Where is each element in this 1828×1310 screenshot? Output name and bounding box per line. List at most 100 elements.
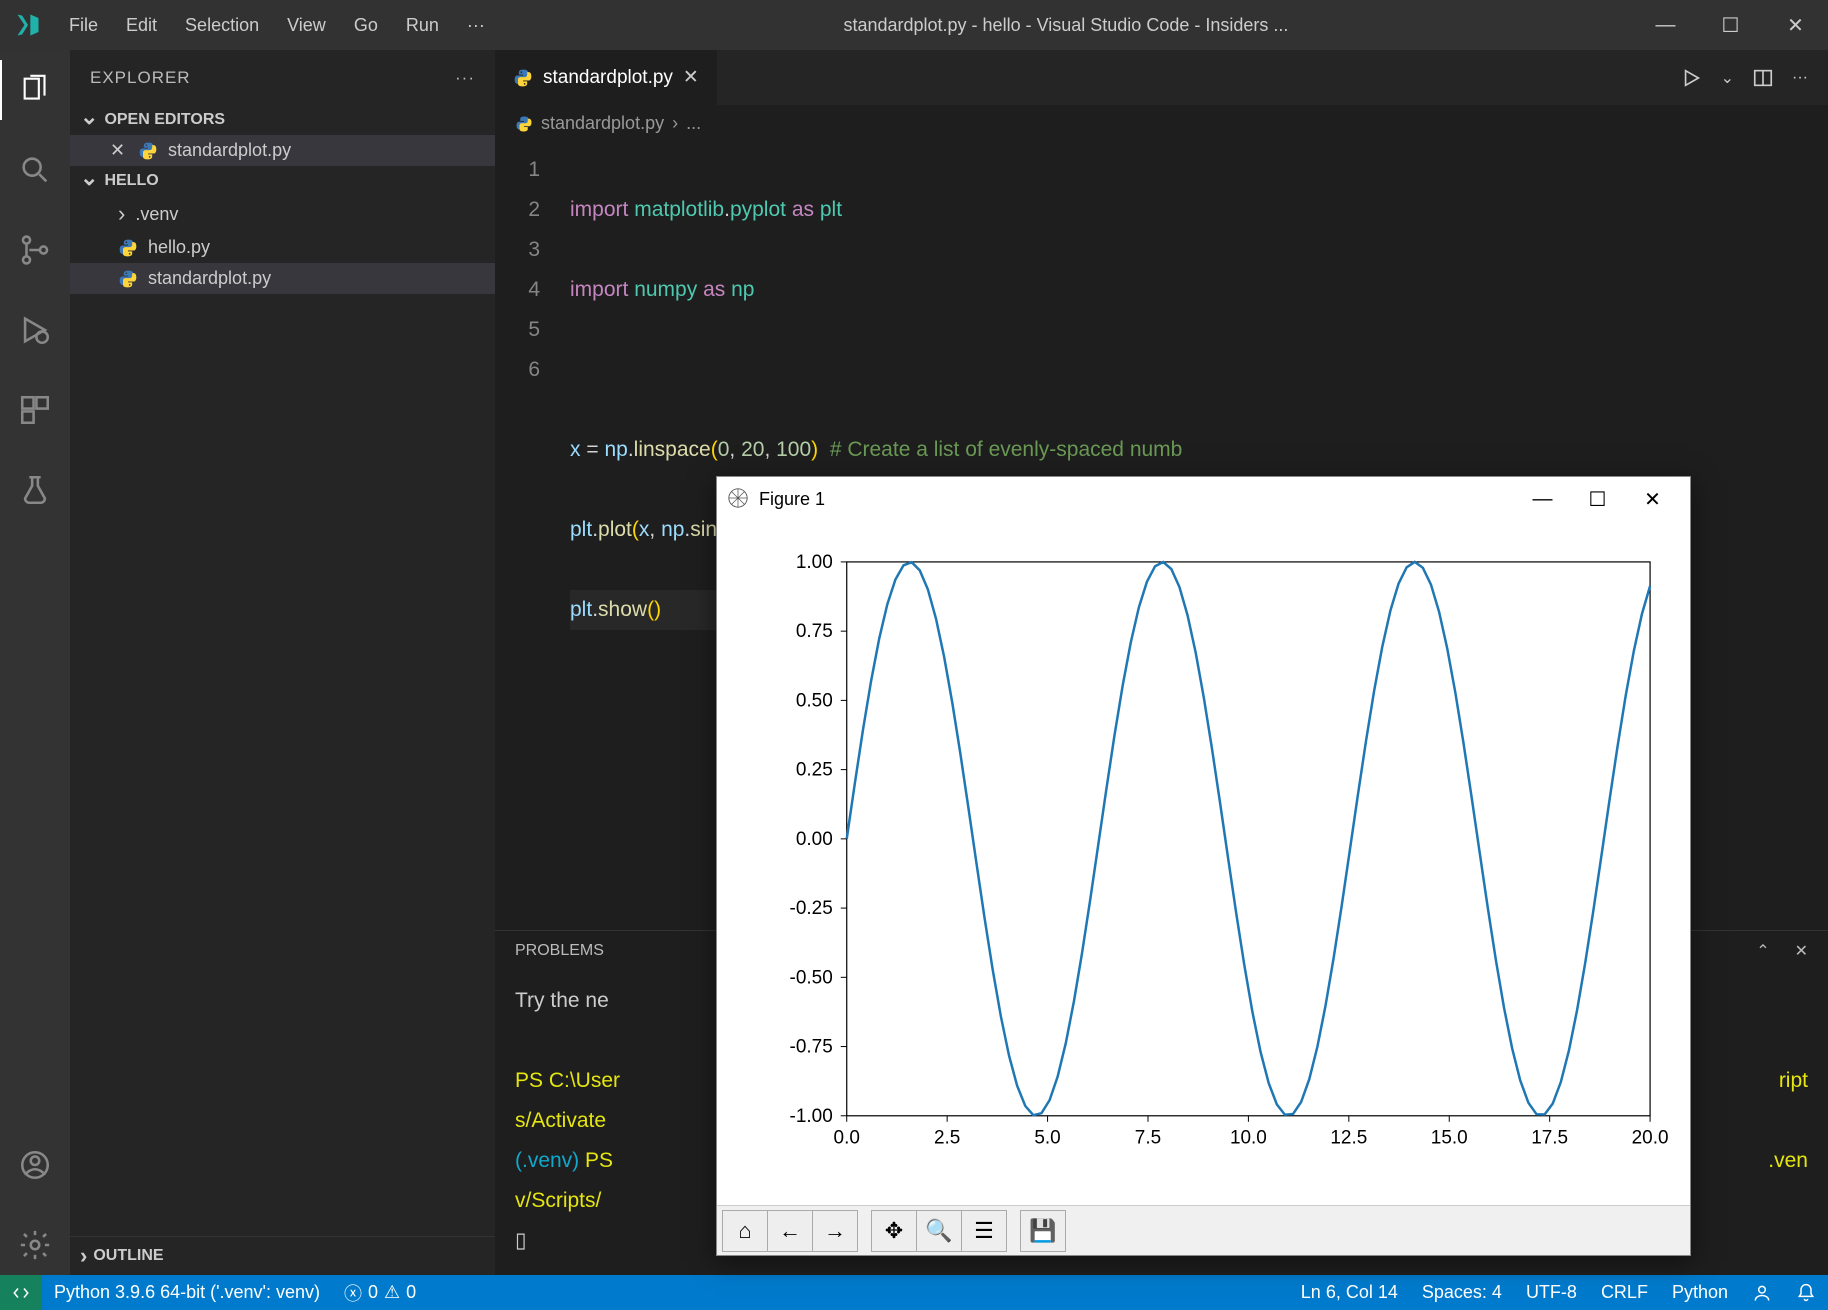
window-close-button[interactable]: ✕ bbox=[1763, 0, 1828, 50]
open-editors-section[interactable]: OPEN EDITORS bbox=[70, 105, 495, 135]
status-notifications-icon[interactable] bbox=[1784, 1283, 1828, 1303]
svg-text:1.00: 1.00 bbox=[796, 552, 833, 573]
chevron-right-icon bbox=[80, 1243, 87, 1269]
testing-icon[interactable] bbox=[0, 460, 70, 520]
status-feedback-icon[interactable] bbox=[1740, 1283, 1784, 1303]
svg-text:20.0: 20.0 bbox=[1632, 1127, 1669, 1148]
search-icon[interactable] bbox=[0, 140, 70, 200]
pan-icon[interactable]: ✥ bbox=[871, 1210, 917, 1252]
open-editor-label: standardplot.py bbox=[168, 140, 291, 161]
figure-titlebar[interactable]: Figure 1 ― ☐ ✕ bbox=[717, 477, 1690, 522]
chevron-down-icon[interactable]: ⌄ bbox=[1721, 68, 1734, 88]
open-editors-label: OPEN EDITORS bbox=[104, 111, 225, 129]
tree-item-file[interactable]: hello.py bbox=[70, 232, 495, 263]
back-icon[interactable]: ← bbox=[767, 1210, 813, 1252]
forward-icon[interactable]: → bbox=[812, 1210, 858, 1252]
configure-icon[interactable]: ☰ bbox=[961, 1210, 1007, 1252]
split-editor-icon[interactable] bbox=[1752, 67, 1774, 89]
menu-go[interactable]: Go bbox=[340, 7, 392, 44]
menu-view[interactable]: View bbox=[273, 7, 340, 44]
menu-bar: File Edit Selection View Go Run ··· bbox=[55, 7, 499, 44]
close-icon[interactable]: ✕ bbox=[683, 66, 699, 89]
run-button[interactable] bbox=[1681, 67, 1703, 89]
explorer-icon[interactable] bbox=[0, 60, 70, 120]
extensions-icon[interactable] bbox=[0, 380, 70, 440]
title-bar: File Edit Selection View Go Run ··· stan… bbox=[0, 0, 1828, 50]
chevron-down-icon bbox=[80, 172, 98, 190]
matplotlib-toolbar: ⌂ ← → ✥ 🔍 ☰ 💾 bbox=[717, 1205, 1690, 1255]
editor-tabs: standardplot.py ✕ ⌄ ··· bbox=[495, 50, 1828, 105]
chevron-down-icon bbox=[80, 111, 98, 129]
python-file-icon bbox=[118, 238, 138, 258]
tree-item-folder[interactable]: .venv bbox=[70, 196, 495, 232]
settings-gear-icon[interactable] bbox=[0, 1215, 70, 1275]
matplotlib-figure-window[interactable]: Figure 1 ― ☐ ✕ 0.02.55.07.510.012.515.01… bbox=[716, 476, 1691, 1256]
figure-close-button[interactable]: ✕ bbox=[1625, 487, 1680, 512]
explorer-more-icon[interactable]: ··· bbox=[455, 68, 475, 88]
figure-maximize-button[interactable]: ☐ bbox=[1570, 487, 1625, 512]
vscode-logo-icon bbox=[0, 11, 55, 39]
svg-text:10.0: 10.0 bbox=[1230, 1127, 1267, 1148]
accounts-icon[interactable] bbox=[0, 1135, 70, 1195]
svg-text:17.5: 17.5 bbox=[1531, 1127, 1568, 1148]
plot-canvas[interactable]: 0.02.55.07.510.012.515.017.520.0-1.00-0.… bbox=[717, 522, 1690, 1206]
remote-indicator[interactable] bbox=[0, 1275, 42, 1310]
status-encoding[interactable]: UTF-8 bbox=[1514, 1282, 1589, 1303]
close-icon[interactable]: ✕ bbox=[110, 140, 128, 161]
open-editor-item[interactable]: ✕ standardplot.py bbox=[70, 135, 495, 166]
status-indentation[interactable]: Spaces: 4 bbox=[1410, 1282, 1514, 1303]
svg-text:0.75: 0.75 bbox=[796, 621, 833, 642]
explorer-sidebar: EXPLORER ··· OPEN EDITORS ✕ standardplot… bbox=[70, 50, 495, 1275]
svg-text:15.0: 15.0 bbox=[1431, 1127, 1468, 1148]
menu-edit[interactable]: Edit bbox=[112, 7, 171, 44]
window-minimize-button[interactable]: ― bbox=[1633, 0, 1698, 50]
explorer-title: EXPLORER bbox=[90, 68, 191, 88]
status-python-interpreter[interactable]: Python 3.9.6 64-bit ('.venv': venv) bbox=[42, 1282, 332, 1303]
svg-text:0.00: 0.00 bbox=[796, 829, 833, 850]
figure-title: Figure 1 bbox=[759, 489, 825, 510]
folder-section[interactable]: HELLO bbox=[70, 166, 495, 196]
svg-text:0.0: 0.0 bbox=[834, 1127, 860, 1148]
tab-label: standardplot.py bbox=[543, 67, 673, 89]
python-file-icon bbox=[515, 115, 533, 133]
python-file-icon bbox=[118, 269, 138, 289]
tree-item-label: hello.py bbox=[148, 237, 210, 258]
more-actions-icon[interactable]: ··· bbox=[1792, 69, 1808, 87]
panel-maximize-icon[interactable]: ⌃ bbox=[1756, 941, 1769, 961]
status-problems[interactable]: ⓧ0⚠0 bbox=[332, 1280, 428, 1306]
activity-bar bbox=[0, 50, 70, 1275]
menu-selection[interactable]: Selection bbox=[171, 7, 273, 44]
figure-minimize-button[interactable]: ― bbox=[1515, 488, 1570, 511]
line-numbers: 123456 bbox=[495, 142, 565, 930]
menu-file[interactable]: File bbox=[55, 7, 112, 44]
window-title: standardplot.py - hello - Visual Studio … bbox=[499, 15, 1633, 36]
outline-section[interactable]: OUTLINE bbox=[70, 1236, 495, 1275]
svg-text:-0.50: -0.50 bbox=[790, 967, 833, 988]
warning-icon: ⚠ bbox=[384, 1282, 400, 1303]
svg-text:5.0: 5.0 bbox=[1034, 1127, 1060, 1148]
status-cursor-position[interactable]: Ln 6, Col 14 bbox=[1289, 1282, 1410, 1303]
chevron-right-icon: › bbox=[672, 113, 678, 134]
window-maximize-button[interactable]: ☐ bbox=[1698, 0, 1763, 50]
editor-tab[interactable]: standardplot.py ✕ bbox=[495, 50, 718, 105]
tree-item-label: standardplot.py bbox=[148, 268, 271, 289]
zoom-icon[interactable]: 🔍 bbox=[916, 1210, 962, 1252]
breadcrumb-rest: ... bbox=[686, 113, 701, 134]
menu-more[interactable]: ··· bbox=[453, 7, 499, 44]
error-icon: ⓧ bbox=[344, 1280, 362, 1306]
home-icon[interactable]: ⌂ bbox=[722, 1210, 768, 1252]
menu-run[interactable]: Run bbox=[392, 7, 453, 44]
panel-tab-problems[interactable]: PROBLEMS bbox=[515, 942, 604, 960]
save-icon[interactable]: 💾 bbox=[1020, 1210, 1066, 1252]
breadcrumb[interactable]: standardplot.py › ... bbox=[495, 105, 1828, 142]
status-eol[interactable]: CRLF bbox=[1589, 1282, 1660, 1303]
python-file-icon bbox=[138, 141, 158, 161]
matplotlib-icon bbox=[727, 487, 751, 511]
source-control-icon[interactable] bbox=[0, 220, 70, 280]
status-language[interactable]: Python bbox=[1660, 1282, 1740, 1303]
svg-text:0.25: 0.25 bbox=[796, 759, 833, 780]
tree-item-file[interactable]: standardplot.py bbox=[70, 263, 495, 294]
python-file-icon bbox=[513, 68, 533, 88]
panel-close-icon[interactable]: ✕ bbox=[1795, 941, 1808, 961]
run-debug-icon[interactable] bbox=[0, 300, 70, 360]
